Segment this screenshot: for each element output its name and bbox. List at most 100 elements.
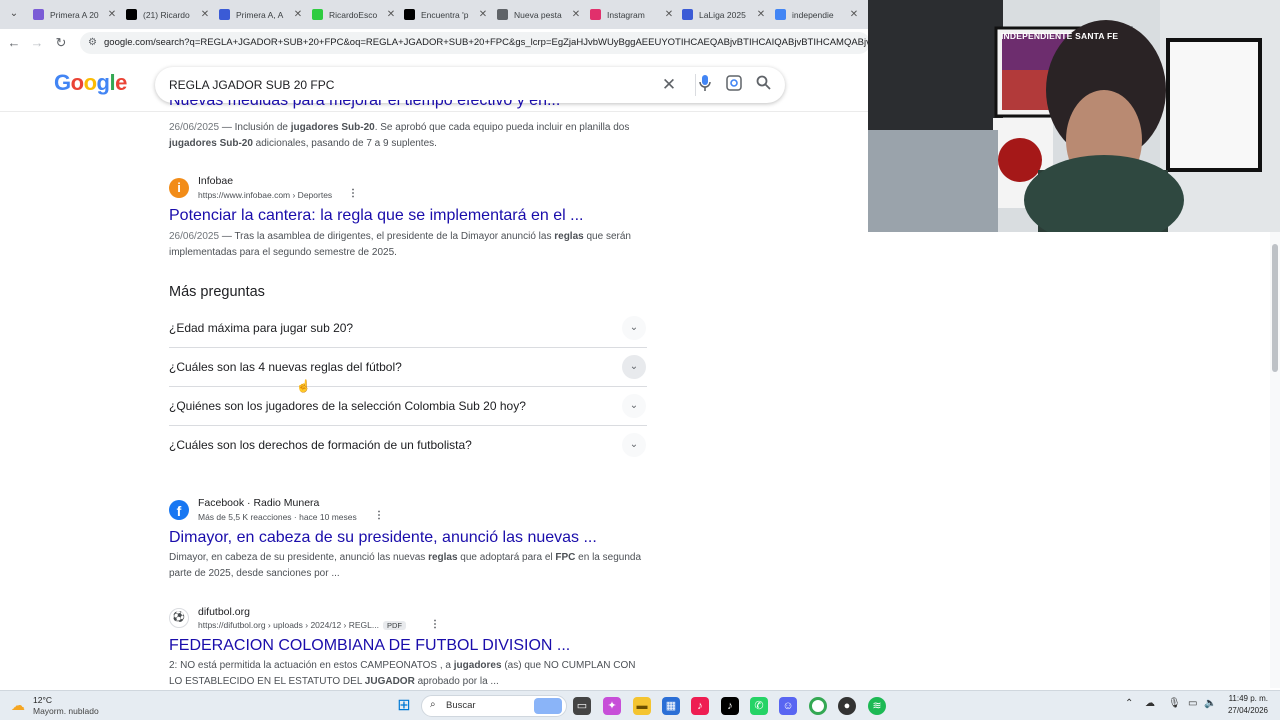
- browser-tab[interactable]: Encuentra 'p ✕: [398, 4, 490, 25]
- browser-tab[interactable]: (21) Ricardo ✕: [120, 4, 212, 25]
- tab-favicon-icon: [775, 9, 786, 20]
- infobae-favicon-icon: i: [169, 178, 189, 198]
- tab-favicon-icon: [497, 9, 508, 20]
- microphone-icon[interactable]: 🎙: [1168, 698, 1181, 709]
- browser-tab[interactable]: RicardoEsco ✕: [306, 4, 398, 25]
- clock-date[interactable]: 27/04/2026: [1226, 706, 1268, 715]
- close-tab-icon[interactable]: ✕: [198, 9, 212, 20]
- webcam-overlay: INDEPENDIENTE SANTA FE: [868, 0, 1280, 232]
- tab-favicon-icon: [126, 9, 137, 20]
- clock-time[interactable]: 11:49 p. m.: [1226, 694, 1268, 703]
- paa-question[interactable]: ¿Quiénes son los jugadores de la selecci…: [169, 387, 647, 426]
- close-tab-icon[interactable]: ✕: [847, 9, 861, 20]
- tray-overflow-icon[interactable]: ⌃: [1125, 698, 1133, 709]
- close-tab-icon[interactable]: ✕: [569, 9, 583, 20]
- chevron-down-icon[interactable]: ⌄: [622, 316, 646, 340]
- search-highlight-icon: [534, 698, 562, 714]
- discord-icon[interactable]: ☺: [779, 697, 797, 715]
- result-title-partial[interactable]: Nuevas medidas para mejorar el tiempo ef…: [169, 100, 560, 112]
- chevron-down-icon[interactable]: ⌄: [622, 394, 646, 418]
- tab-label: Instagram: [607, 9, 645, 20]
- lens-search-icon[interactable]: [724, 75, 744, 95]
- whatsapp-icon[interactable]: ✆: [750, 697, 768, 715]
- result-site-name: Infobae: [198, 175, 234, 187]
- voice-search-icon[interactable]: [695, 75, 715, 95]
- microsoft-store-icon[interactable]: ▦: [662, 697, 680, 715]
- chevron-down-icon[interactable]: ⌄: [622, 355, 646, 379]
- result-snippet: 2: NO está permitida la actuación en est…: [169, 660, 636, 687]
- result-site-name: difutbol.org: [198, 606, 250, 618]
- tab-label: independie: [792, 9, 834, 20]
- browser-tab[interactable]: Nueva pesta ✕: [491, 4, 583, 25]
- weather-icon[interactable]: ☁: [11, 697, 25, 714]
- tab-label: Primera A, A: [236, 9, 284, 20]
- weather-temp[interactable]: 12°C: [33, 695, 52, 705]
- tiktok-icon[interactable]: ♪: [721, 697, 739, 715]
- weather-desc[interactable]: Mayorm. nublado: [33, 706, 99, 716]
- volume-icon[interactable]: 🔈: [1204, 698, 1216, 709]
- site-info-icon[interactable]: ⚙: [88, 37, 97, 48]
- browser-tab-strip: ⌄ Primera A 20 ✕ (21) Ricardo ✕ Primera A, A…: [0, 0, 868, 29]
- copilot-icon[interactable]: ✦: [603, 697, 621, 715]
- close-tab-icon[interactable]: ✕: [291, 9, 305, 20]
- more-options-icon[interactable]: ⋮: [374, 510, 384, 521]
- pdf-badge: PDF: [382, 621, 406, 630]
- windows-taskbar: ☁ 12°C Mayorm. nublado ⊞ ⌕ Buscar ▭ ✦ ▬ …: [0, 690, 1280, 720]
- url-text: google.com/search?q=REGLA+JGADOR+SUB+20+…: [104, 37, 927, 48]
- tab-favicon-icon: [219, 9, 230, 20]
- close-tab-icon[interactable]: ✕: [754, 9, 768, 20]
- browser-tab[interactable]: Primera A, A ✕: [213, 4, 305, 25]
- obs-icon[interactable]: ●: [838, 697, 856, 715]
- tab-search-chevron-icon[interactable]: ⌄: [4, 5, 24, 23]
- onedrive-icon[interactable]: ☁: [1145, 698, 1155, 709]
- more-options-icon[interactable]: ⋮: [348, 188, 358, 199]
- chevron-down-icon[interactable]: ⌄: [622, 433, 646, 457]
- back-button[interactable]: ←: [5, 34, 23, 52]
- spotify-icon[interactable]: ≋: [868, 697, 886, 715]
- browser-tab[interactable]: independie ✕: [769, 4, 861, 25]
- tab-favicon-icon: [404, 9, 415, 20]
- close-tab-icon[interactable]: ✕: [384, 9, 398, 20]
- close-tab-icon[interactable]: ✕: [662, 9, 676, 20]
- search-icon: ⌕: [430, 699, 436, 710]
- close-tab-icon[interactable]: ✕: [476, 9, 490, 20]
- result-title[interactable]: FEDERACION COLOMBIANA DE FUTBOL DIVISION…: [169, 637, 570, 655]
- paa-question[interactable]: ¿Cuáles son las 4 nuevas reglas del fútb…: [169, 348, 647, 387]
- more-options-icon[interactable]: ⋮: [430, 619, 440, 630]
- scrollbar-thumb[interactable]: [1272, 244, 1278, 372]
- close-tab-icon[interactable]: ✕: [105, 9, 119, 20]
- result-site-name: Facebook · Radio Munera: [198, 497, 320, 509]
- difutbol-favicon-icon: ⚽: [169, 608, 189, 628]
- file-explorer-icon[interactable]: ▬: [633, 697, 651, 715]
- tab-label: LaLiga 2025: [699, 9, 746, 20]
- paa-question[interactable]: ¿Edad máxima para jugar sub 20? ⌄: [169, 309, 647, 348]
- result-meta: Más de 5,5 K reacciones · hace 10 meses: [198, 512, 357, 522]
- taskbar-search[interactable]: ⌕ Buscar: [421, 695, 567, 717]
- result-title[interactable]: Dimayor, en cabeza de su presidente, anu…: [169, 529, 597, 547]
- task-view-icon[interactable]: ▭: [573, 697, 591, 715]
- result-snippet: Dimayor, en cabeza de su presidente, anu…: [169, 552, 642, 579]
- tab-label: Primera A 20: [50, 9, 99, 20]
- paa-question[interactable]: ¿Cuáles son los derechos de formación de…: [169, 426, 647, 465]
- tab-favicon-icon: [33, 9, 44, 20]
- chrome-icon[interactable]: [809, 697, 827, 715]
- reload-button[interactable]: ↻: [52, 34, 70, 52]
- page-scrollbar[interactable]: [1270, 232, 1280, 688]
- browser-tab[interactable]: Primera A 20 ✕: [27, 4, 119, 25]
- forward-button[interactable]: →: [28, 34, 46, 52]
- facebook-favicon-icon: f: [169, 500, 189, 520]
- clear-icon[interactable]: ✕: [659, 75, 679, 95]
- address-bar[interactable]: ⚙ google.com/search?q=REGLA+JGADOR+SUB+2…: [80, 32, 927, 54]
- search-icon[interactable]: [753, 75, 773, 94]
- result-title[interactable]: Potenciar la cantera: la regla que se im…: [169, 207, 583, 225]
- browser-tab[interactable]: LaLiga 2025 ✕: [676, 4, 768, 25]
- result-snippet: 26/06/2025 — Inclusión de jugadores Sub-…: [169, 122, 630, 149]
- search-query[interactable]: REGLA JGADOR SUB 20 FPC: [169, 78, 334, 92]
- search-input[interactable]: REGLA JGADOR SUB 20 FPC ✕: [155, 67, 785, 103]
- tiktok-studio-icon[interactable]: ♪: [691, 697, 709, 715]
- browser-tab[interactable]: Instagram ✕: [584, 4, 676, 25]
- google-logo[interactable]: Google: [54, 70, 127, 96]
- windows-start-icon[interactable]: ⊞: [395, 697, 413, 715]
- network-icon[interactable]: ▭: [1188, 698, 1197, 709]
- tab-favicon-icon: [312, 9, 323, 20]
